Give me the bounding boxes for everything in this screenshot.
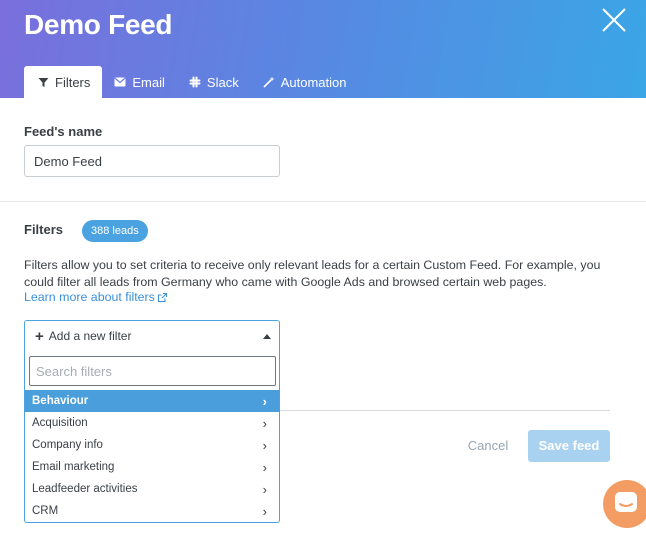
menu-item-label: Company info xyxy=(32,439,103,451)
tab-email[interactable]: Email xyxy=(102,66,177,98)
menu-item-label: Email marketing xyxy=(32,461,115,473)
tab-slack[interactable]: Slack xyxy=(177,66,251,98)
filter-divider xyxy=(280,410,610,411)
chevron-right-icon: › xyxy=(262,459,267,475)
modal-header: Demo Feed Filters Email Slack Automation xyxy=(0,0,646,98)
tab-label: Automation xyxy=(280,74,347,90)
filter-category-leadfeeder-activities[interactable]: Leadfeeder activities › xyxy=(25,478,279,500)
filter-category-crm[interactable]: CRM › xyxy=(25,500,279,522)
chevron-right-icon: › xyxy=(262,481,267,497)
menu-item-label: Leadfeeder activities xyxy=(32,483,138,495)
feed-name-label: Feed's name xyxy=(24,124,103,139)
menu-item-label: CRM xyxy=(32,505,59,517)
wand-icon xyxy=(263,76,275,88)
section-divider xyxy=(0,201,646,202)
tab-bar: Filters Email Slack Automation xyxy=(24,66,358,98)
close-icon xyxy=(602,8,626,32)
chevron-right-icon: › xyxy=(262,503,267,519)
tab-label: Filters xyxy=(55,74,91,90)
filter-category-list: Behaviour › Acquisition › Company info ›… xyxy=(25,390,279,522)
tab-label: Slack xyxy=(206,74,239,90)
search-filters-input[interactable] xyxy=(29,356,276,386)
menu-item-label: Acquisition xyxy=(32,417,88,429)
filters-description: Filters allow you to set criteria to rec… xyxy=(24,258,601,289)
slack-icon xyxy=(189,76,201,88)
chat-icon xyxy=(615,492,637,512)
chevron-right-icon: › xyxy=(262,415,267,431)
tab-label: Email xyxy=(132,74,165,90)
filter-category-email-marketing[interactable]: Email marketing › xyxy=(25,456,279,478)
chevron-right-icon: › xyxy=(262,437,267,453)
tab-automation[interactable]: Automation xyxy=(251,66,359,98)
modal-title: Demo Feed xyxy=(24,9,173,40)
tab-filters[interactable]: Filters xyxy=(24,66,103,98)
close-button[interactable] xyxy=(600,6,628,34)
filter-icon xyxy=(38,77,49,88)
filter-category-acquisition[interactable]: Acquisition › xyxy=(25,412,279,434)
envelope-icon xyxy=(114,77,126,87)
external-link-icon xyxy=(157,292,167,302)
chevron-right-icon: › xyxy=(262,393,267,409)
learn-more-link[interactable]: Learn more about filters xyxy=(24,290,168,304)
save-feed-button[interactable]: Save feed xyxy=(528,430,610,462)
menu-item-label: Behaviour xyxy=(32,395,89,407)
filter-category-company-info[interactable]: Company info › xyxy=(25,434,279,456)
caret-up-icon xyxy=(263,334,271,339)
filter-dropdown-menu: Behaviour › Acquisition › Company info ›… xyxy=(24,351,280,523)
add-filter-label: Add a new filter xyxy=(48,329,132,343)
learn-more-label: Learn more about filters xyxy=(24,290,155,304)
cancel-button[interactable]: Cancel xyxy=(460,431,516,461)
plus-icon: + xyxy=(35,327,44,345)
filters-heading: Filters xyxy=(24,222,64,237)
filter-category-behaviour[interactable]: Behaviour › xyxy=(25,390,279,412)
chat-launcher-button[interactable] xyxy=(603,480,646,528)
leads-count-badge: 388 leads xyxy=(82,220,148,242)
add-filter-dropdown[interactable]: + Add a new filter xyxy=(24,320,280,352)
feed-name-input[interactable] xyxy=(24,145,280,177)
